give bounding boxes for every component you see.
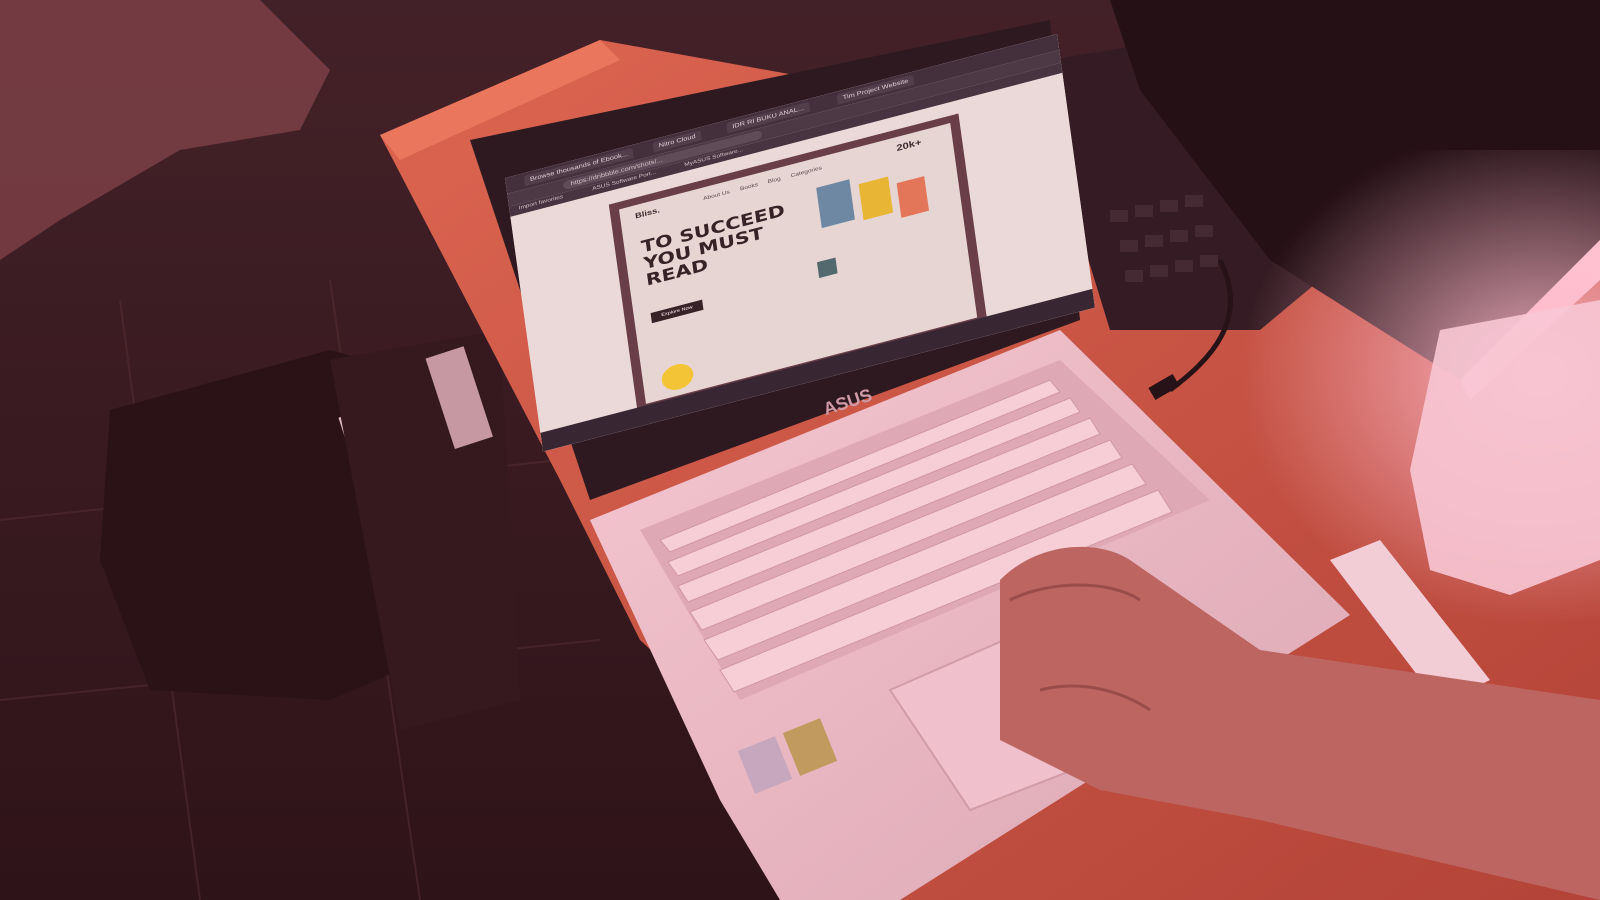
photo-scene: ASUS Browse thousands of Ebook... Nitro … <box>0 0 1600 900</box>
book-cover-yellow[interactable] <box>858 176 894 221</box>
explore-button[interactable]: Explore Now <box>650 299 704 324</box>
sticker-badge <box>660 360 695 394</box>
stat-count: 20k+ <box>895 136 923 154</box>
nav-categories[interactable]: Categories <box>790 166 822 179</box>
nav-books[interactable]: Books <box>740 182 759 192</box>
water-bottle <box>1410 300 1600 595</box>
book-thumb[interactable] <box>817 257 838 279</box>
book-cover-blue[interactable] <box>816 179 855 229</box>
hero-headline: TO SUCCEED YOU MUST READ <box>640 201 786 291</box>
nav-about[interactable]: About Us <box>703 190 730 202</box>
book-cover-orange[interactable] <box>896 176 929 218</box>
nav-blog[interactable]: Blog <box>767 176 781 184</box>
site-logo[interactable]: Bliss. <box>635 206 661 220</box>
